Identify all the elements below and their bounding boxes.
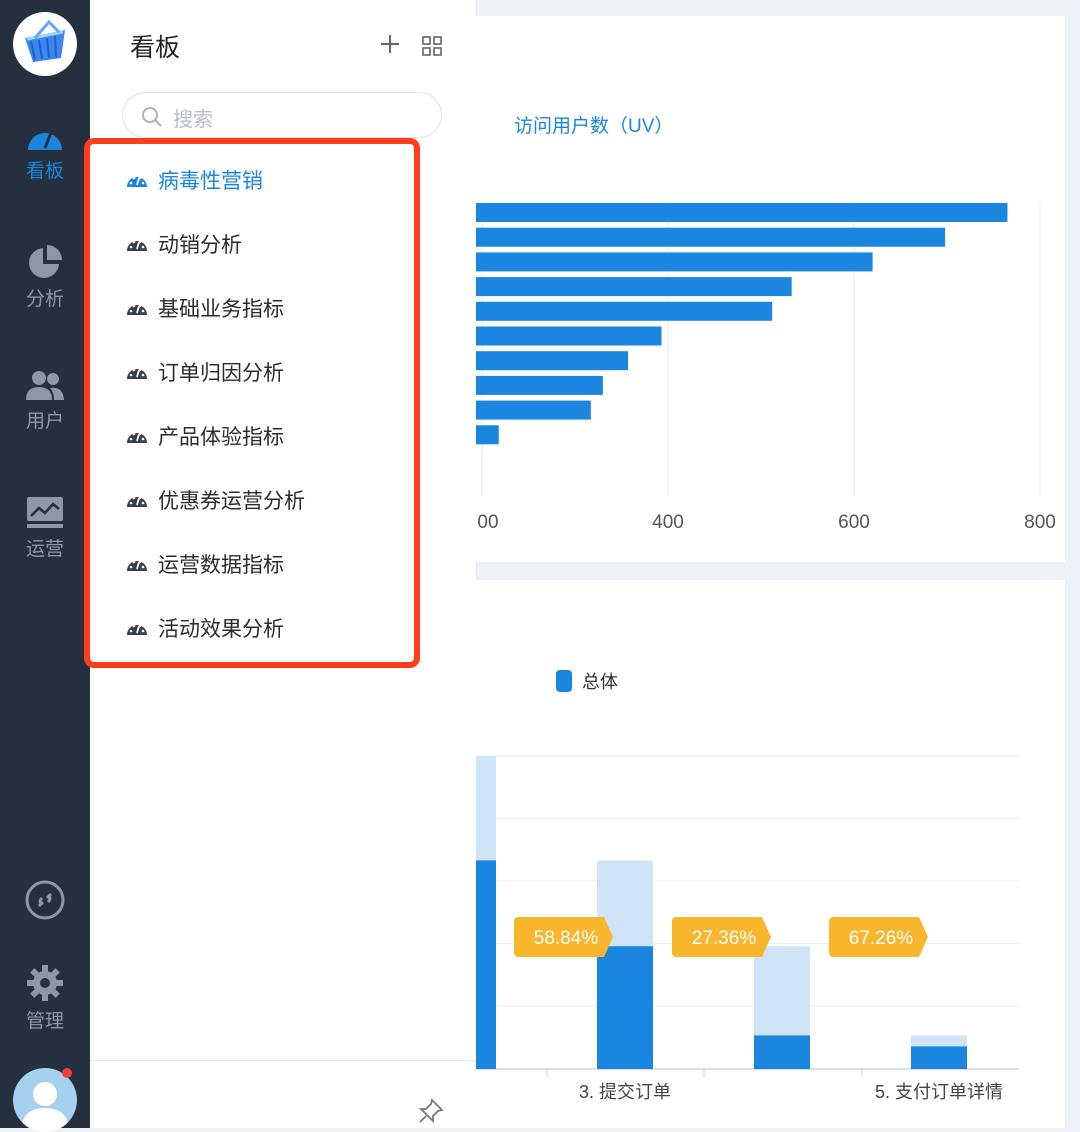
basket-logo-icon	[25, 19, 65, 62]
conversion-badge: 67.26%	[829, 917, 928, 957]
funnel-bar[interactable]	[911, 1046, 967, 1069]
uv-bar[interactable]	[476, 326, 662, 346]
x-tick-label: 800	[1024, 512, 1056, 533]
rail-item-operations[interactable]: 运营	[0, 496, 90, 561]
uv-chart-card: 访问用户数（UV） 00 400 600 800	[476, 16, 1065, 562]
pin-icon[interactable]	[418, 1098, 444, 1124]
x-tick-label: 600	[838, 512, 870, 533]
uv-bar[interactable]	[476, 400, 591, 420]
funnel-bar[interactable]	[476, 860, 496, 1069]
conversion-badge: 58.84%	[514, 917, 613, 957]
monitor-chart-icon	[27, 497, 63, 528]
rail-item-users[interactable]: 用户	[0, 370, 90, 433]
dashboard-gauge-icon	[28, 129, 62, 150]
search-input[interactable]: 搜索	[122, 92, 442, 138]
search-icon	[142, 107, 162, 127]
rail-item-label: 管理	[25, 1011, 64, 1032]
nav-rail: 看板 分析 用户 运营 管理	[0, 0, 90, 1132]
funnel-bar[interactable]	[597, 946, 653, 1069]
conversion-badge: 27.36%	[672, 917, 771, 957]
rail-item-dashboard[interactable]: 看板	[0, 120, 90, 183]
conversion-rate-label: 27.36%	[692, 928, 757, 949]
rail-item-analysis[interactable]: 分析	[0, 244, 90, 311]
uv-bar[interactable]	[476, 425, 499, 445]
uv-bar[interactable]	[476, 252, 873, 272]
x-category-label: 3. 提交订单	[579, 1082, 671, 1102]
uv-bar[interactable]	[476, 277, 792, 297]
rail-item-label: 看板	[25, 161, 64, 182]
rail-item-label: 运营	[25, 539, 64, 560]
add-icon[interactable]	[378, 32, 402, 56]
conversion-rate-label: 67.26%	[849, 928, 914, 949]
uv-bar[interactable]	[476, 375, 603, 395]
x-tick-label: 00	[477, 512, 498, 533]
link-icon	[25, 880, 65, 920]
x-category-label: 5. 支付订单详情	[875, 1082, 1003, 1102]
highlight-box	[84, 138, 420, 668]
funnel-bar[interactable]	[754, 1035, 810, 1069]
app-logo[interactable]	[13, 12, 77, 76]
search-placeholder: 搜索	[173, 109, 213, 131]
uv-bar[interactable]	[476, 301, 773, 321]
divider	[90, 1060, 476, 1061]
grid-view-icon[interactable]	[422, 36, 442, 56]
conversion-rate-label: 58.84%	[534, 928, 599, 949]
funnel-bar-chart: 3. 提交订单 5. 支付订单详情 58.84% 27.36% 67.26%	[476, 755, 1019, 1102]
rail-item-link[interactable]	[0, 880, 90, 924]
rail-item-label: 用户	[25, 411, 64, 432]
gear-icon	[27, 965, 63, 1001]
uv-bar[interactable]	[476, 203, 1008, 222]
uv-bar[interactable]	[476, 227, 946, 247]
funnel-chart-card: 总体 3. 提交订单 5. 支付订单详情 58.84% 27.36% 67.26%	[476, 580, 1065, 1128]
uv-bar[interactable]	[476, 351, 629, 371]
panel-title: 看板	[130, 34, 181, 62]
rail-item-admin[interactable]: 管理	[0, 964, 90, 1033]
users-icon	[26, 371, 64, 400]
uv-bar-chart: 00 400 600 800	[476, 201, 1056, 533]
rail-item-label: 分析	[25, 289, 64, 310]
pie-chart-icon	[29, 245, 62, 278]
notification-dot	[62, 1068, 72, 1078]
x-tick-label: 400	[652, 512, 684, 533]
